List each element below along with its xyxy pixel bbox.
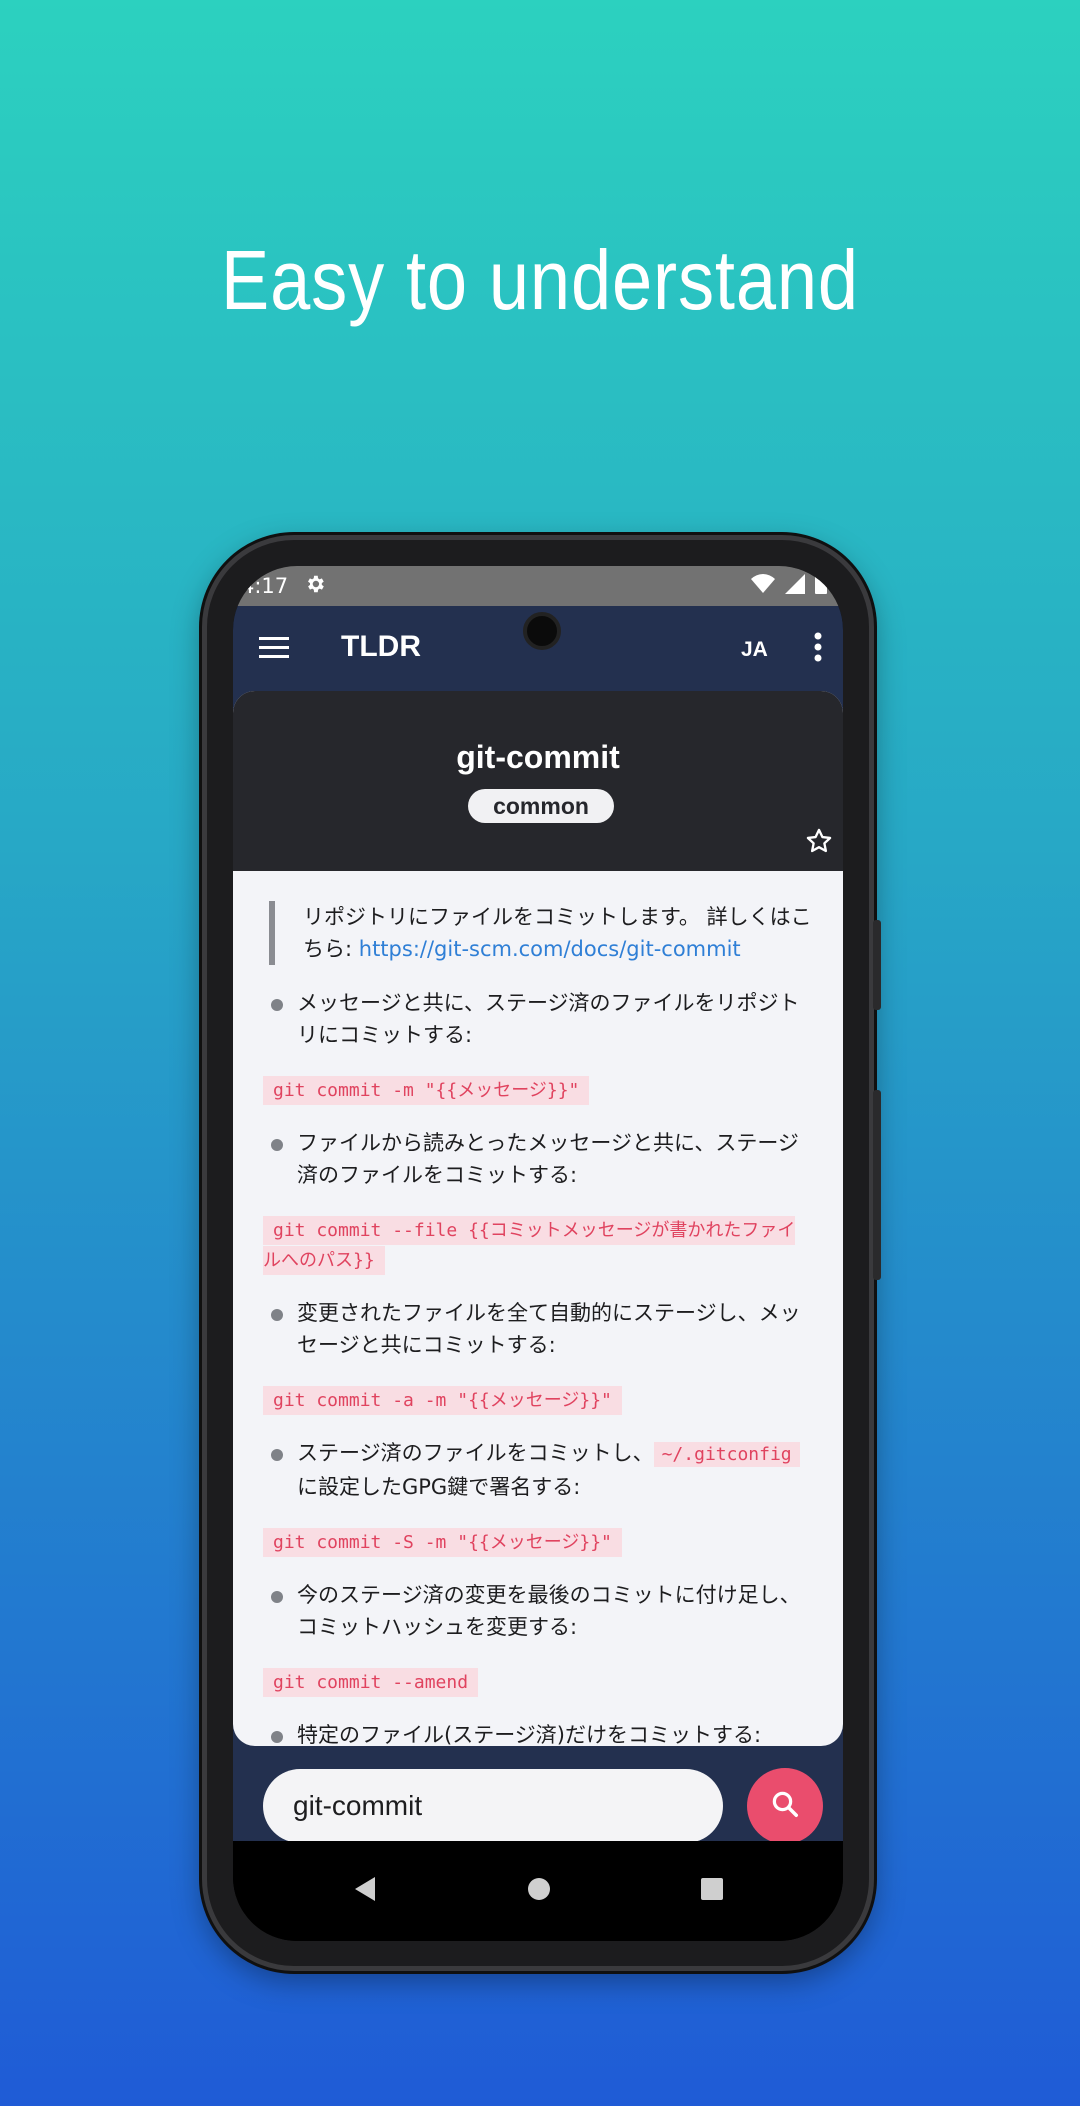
- bullet: [271, 1449, 283, 1461]
- search-input[interactable]: git-commit: [263, 1769, 723, 1843]
- list-item: メッセージと共に、ステージ済のファイルをリポジトリにコミットする:: [271, 987, 813, 1051]
- category-badge: common: [468, 789, 614, 823]
- wifi-icon: [751, 573, 775, 599]
- search-button[interactable]: [747, 1768, 823, 1844]
- code-block: git commit -S -m "{{メッセージ}}": [263, 1527, 803, 1557]
- gear-icon: [304, 573, 326, 600]
- code-block: git commit --file {{コミットメッセージが書かれたファイルへの…: [263, 1215, 803, 1275]
- search-bar: git-commit: [233, 1746, 843, 1856]
- menu-icon[interactable]: [259, 636, 289, 664]
- volume-button: [873, 920, 881, 1010]
- card-body: リポジトリにファイルをコミットします。 詳しくはこちら: https://git…: [233, 871, 843, 1746]
- code-block: git commit --amend: [263, 1667, 803, 1697]
- code-block: git commit -m "{{メッセージ}}": [263, 1075, 803, 1105]
- example-text: 今のステージ済の変更を最後のコミットに付け足し、コミットハッシュを変更する:: [297, 1583, 801, 1639]
- list-item: 特定のファイル(ステージ済)だけをコミットする:: [271, 1719, 813, 1746]
- example-code[interactable]: git commit --amend: [263, 1668, 479, 1697]
- example-text: ファイルから読みとったメッセージと共に、ステージ済のファイルをコミットする:: [297, 1131, 799, 1187]
- inline-code: ~/.gitconfig: [653, 1442, 800, 1467]
- example-text: 変更されたファイルを全て自動的にステージし、メッセージと共にコミットする:: [297, 1301, 801, 1357]
- bullet: [271, 1309, 283, 1321]
- card-header: git-commit common: [233, 691, 843, 871]
- search-icon: [770, 1789, 800, 1823]
- language-button[interactable]: JA: [741, 638, 768, 662]
- example-code[interactable]: git commit -a -m "{{メッセージ}}": [263, 1386, 622, 1415]
- command-title: git-commit: [456, 739, 620, 775]
- bullet: [271, 1591, 283, 1603]
- bullet: [271, 999, 283, 1011]
- list-item: 変更されたファイルを全て自動的にステージし、メッセージと共にコミットする:: [271, 1297, 813, 1361]
- front-camera: [523, 612, 561, 650]
- list-item: 今のステージ済の変更を最後のコミットに付け足し、コミットハッシュを変更する:: [271, 1579, 813, 1643]
- example-code[interactable]: git commit -m "{{メッセージ}}": [263, 1076, 590, 1105]
- list-item: ステージ済のファイルをコミットし、 ~/.gitconfig に設定したGPG鍵で署…: [271, 1437, 813, 1503]
- bullet: [271, 1139, 283, 1151]
- bullet: [271, 1731, 283, 1743]
- phone-screen: 4:17 TLDR JA git-commit common リポジトリにファイ…: [233, 566, 843, 1941]
- example-text: 特定のファイル(ステージ済)だけをコミットする:: [297, 1723, 762, 1746]
- list-item: ファイルから読みとったメッセージと共に、ステージ済のファイルをコミットする:: [271, 1127, 813, 1191]
- code-block: git commit -a -m "{{メッセージ}}": [263, 1385, 803, 1415]
- description: リポジトリにファイルをコミットします。 詳しくはこちら: https://git…: [269, 901, 813, 965]
- example-code[interactable]: git commit -S -m "{{メッセージ}}": [263, 1528, 622, 1557]
- command-card: git-commit common リポジトリにファイルをコミットします。 詳し…: [233, 691, 843, 1746]
- phone-frame: 4:17 TLDR JA git-commit common リポジトリにファイ…: [202, 535, 881, 1971]
- example-text: メッセージと共に、ステージ済のファイルをリポジトリにコミットする:: [297, 991, 800, 1047]
- status-bar: 4:17: [233, 566, 843, 606]
- home-icon[interactable]: [527, 1877, 551, 1905]
- description-link[interactable]: https://git-scm.com/docs/git-commit: [359, 937, 741, 961]
- status-time: 4:17: [241, 574, 289, 598]
- battery-icon: [815, 573, 827, 599]
- more-vert-icon[interactable]: [813, 632, 823, 666]
- system-nav-bar: [233, 1841, 843, 1941]
- back-icon[interactable]: [353, 1876, 377, 1906]
- example-text: に設定したGPG鍵で署名する:: [297, 1475, 581, 1499]
- headline: Easy to understand: [221, 233, 859, 327]
- signal-icon: [785, 573, 805, 599]
- example-code[interactable]: git commit --file {{コミットメッセージが書かれたファイルへの…: [263, 1216, 796, 1275]
- star-outline-icon[interactable]: [805, 827, 833, 859]
- example-text: ステージ済のファイルをコミットし、: [297, 1441, 654, 1465]
- power-button: [873, 1090, 881, 1280]
- recents-icon[interactable]: [701, 1878, 723, 1904]
- app-title: TLDR: [341, 630, 421, 663]
